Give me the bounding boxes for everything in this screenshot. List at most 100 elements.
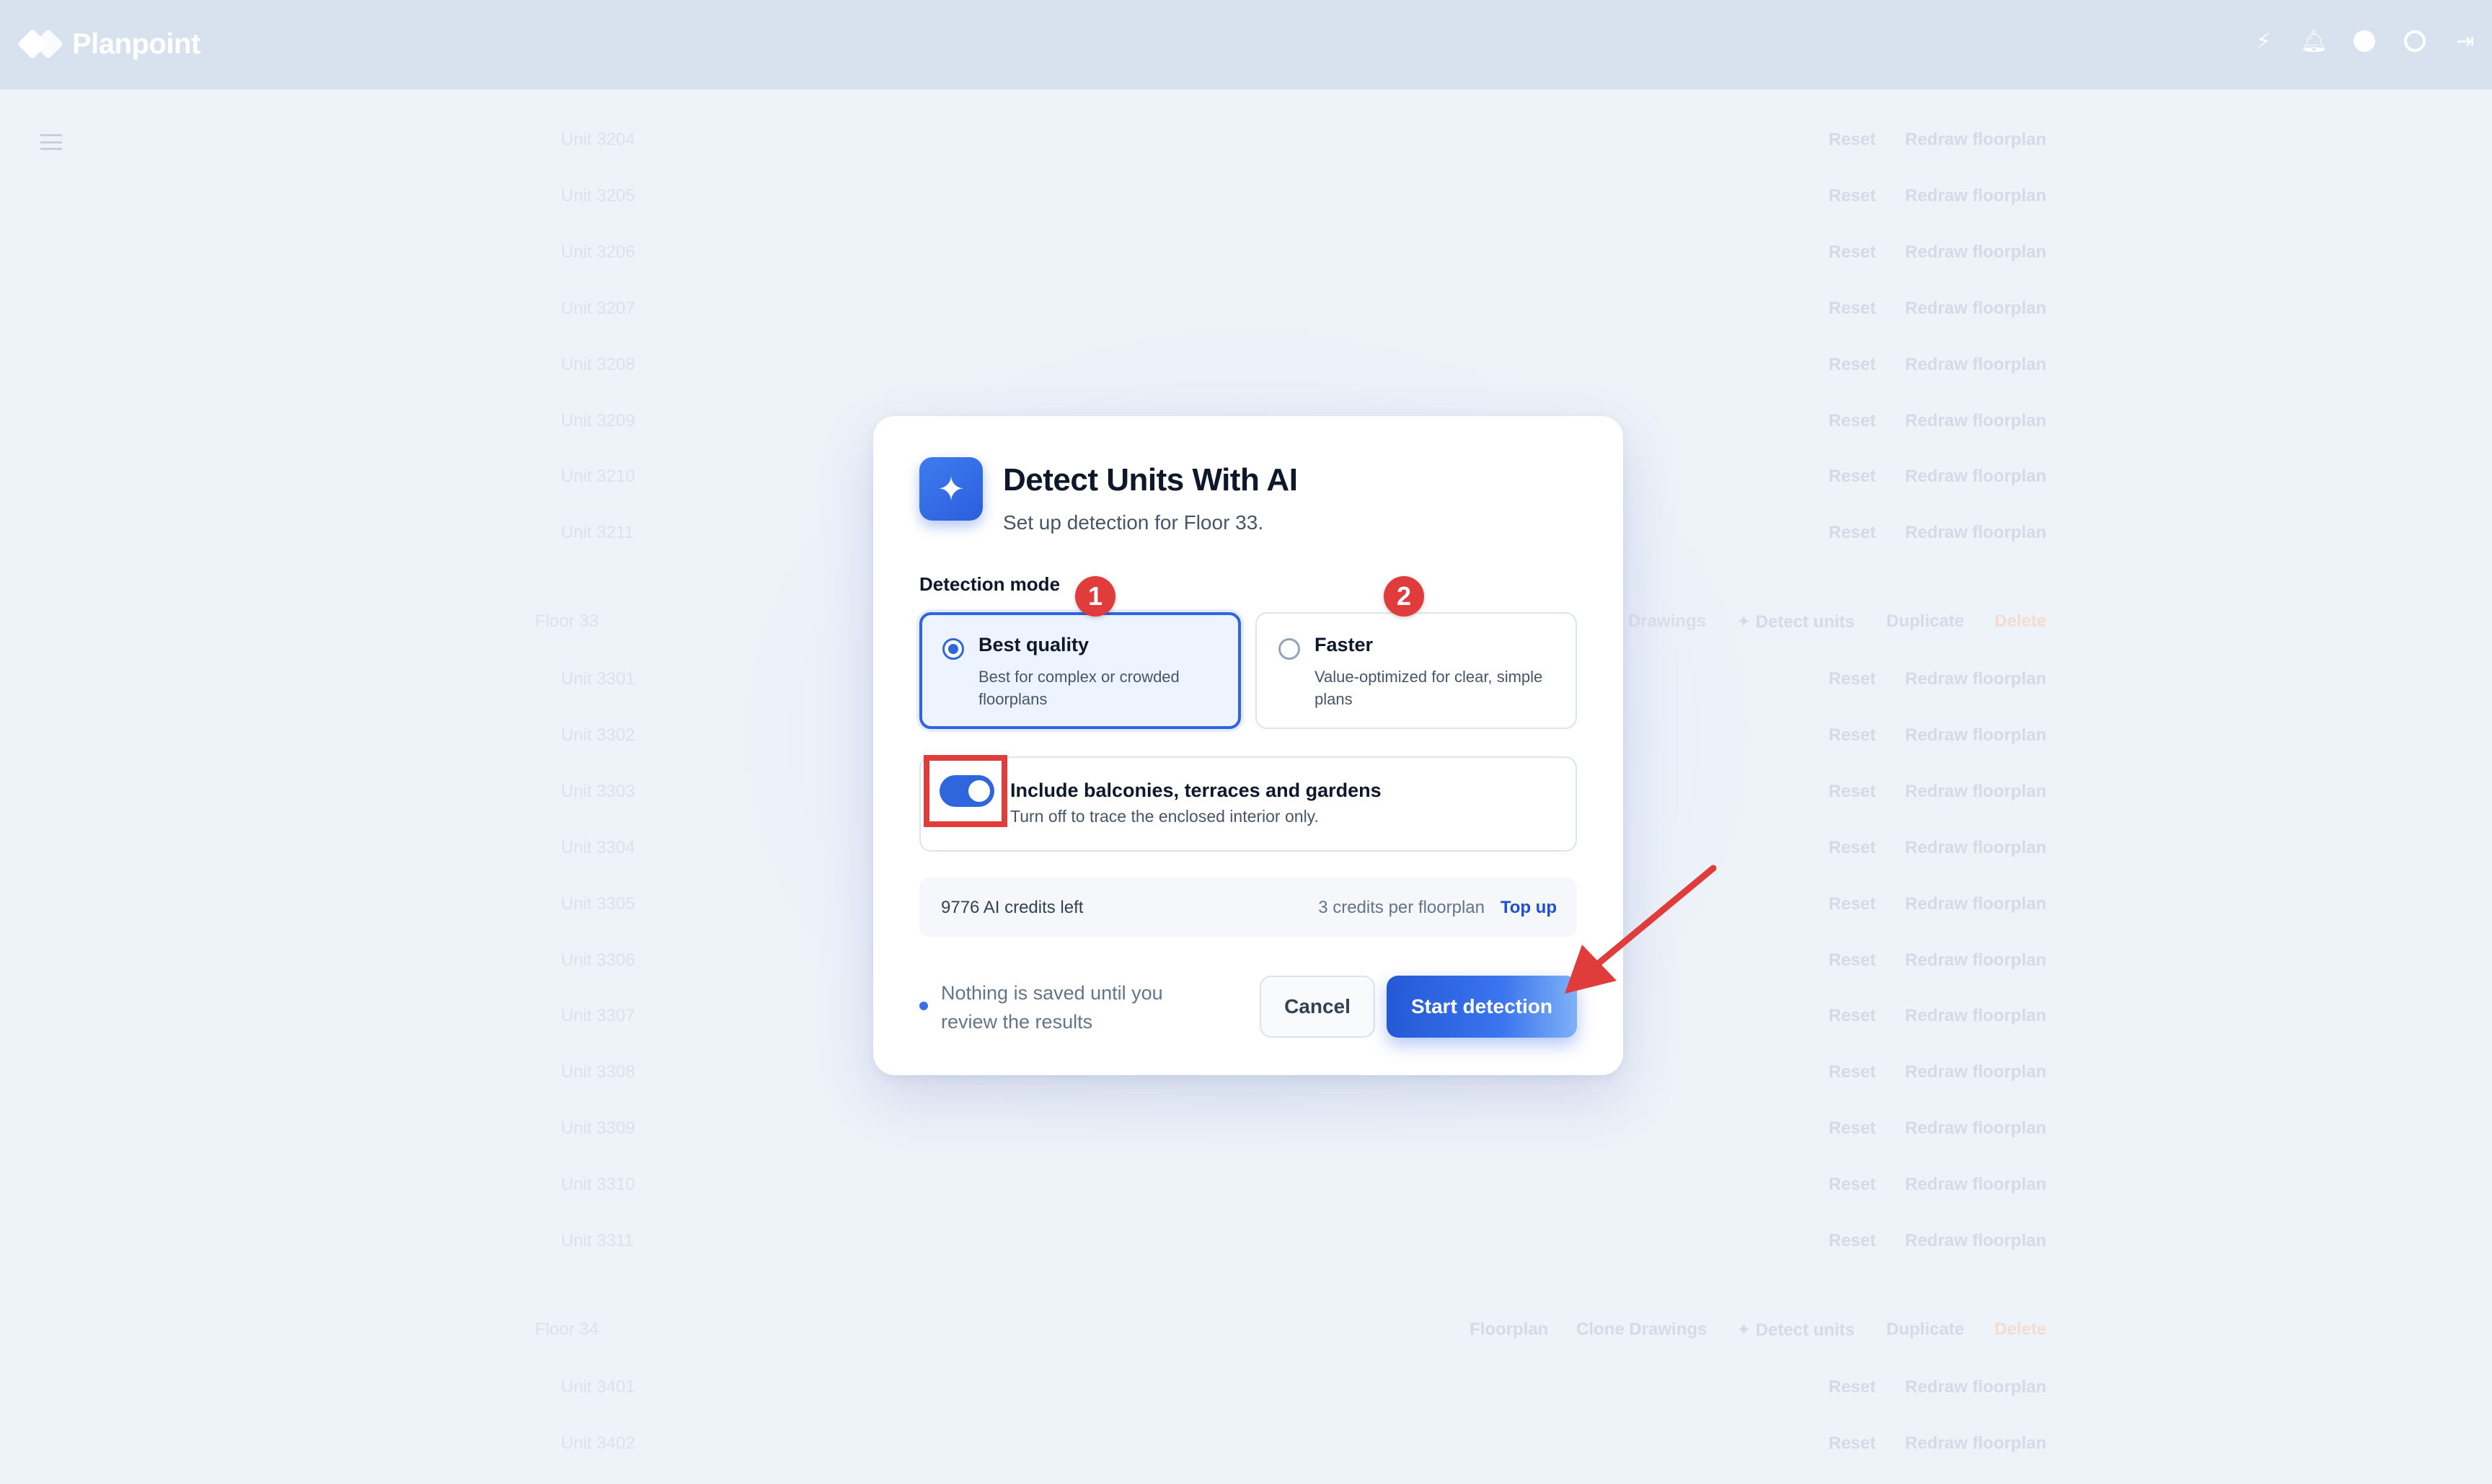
credits-per-floorplan: 3 credits per floorplan [1318,898,1485,917]
reset-button[interactable]: Reset [1829,1006,1875,1026]
mode-best-quality-card[interactable]: Best quality Best for complex or crowded… [919,612,1241,729]
include-outdoor-toggle-card [919,756,1577,852]
redraw-floorplan-button[interactable]: Redraw floorplan [1905,355,2046,375]
unit-row: Unit 3401 Reset Redraw floorplan [0,1377,2492,1406]
help-icon[interactable] [2352,29,2377,53]
sparkles-icon: ✦ [919,457,983,521]
reset-button[interactable]: Reset [1829,725,1875,746]
delete-button[interactable]: Delete [1994,611,2046,632]
redraw-floorplan-button[interactable]: Redraw floorplan [1905,411,2046,431]
annotation-badge-2: 2 [1384,576,1424,617]
toggle-title: Include balconies, terraces and gardens [1010,779,1382,801]
annotation-arrow [1565,865,1717,994]
unit-label: Unit 3208 [561,354,635,374]
app-name: Planpoint [72,27,200,60]
unit-label: Unit 3304 [561,837,635,857]
redraw-floorplan-button[interactable]: Redraw floorplan [1905,1175,2046,1195]
redraw-floorplan-button[interactable]: Redraw floorplan [1905,242,2046,262]
redraw-floorplan-button[interactable]: Redraw floorplan [1905,950,2046,971]
mode-description: Best for complex or crowded floorplans [978,668,1180,708]
redraw-floorplan-button[interactable]: Redraw floorplan [1905,130,2046,150]
unit-row: Unit 3206 Reset Redraw floorplan [0,242,2492,271]
detect-units-dialog: ✦ Detect Units With AI Set up detection … [873,416,1623,1075]
redraw-floorplan-button[interactable]: Redraw floorplan [1905,669,2046,689]
reset-button[interactable]: Reset [1829,838,1875,858]
unit-label: Unit 3302 [561,725,635,745]
unit-row: Unit 3204 Reset Redraw floorplan [0,130,2492,159]
unit-label: Unit 3303 [561,781,635,801]
reset-button[interactable]: Reset [1829,1175,1875,1195]
reset-button[interactable]: Reset [1829,669,1875,689]
reset-button[interactable]: Reset [1829,1231,1875,1251]
unit-label: Unit 3307 [561,1006,635,1026]
save-note: Nothing is saved until you review the re… [941,982,1163,1033]
top-bar: Planpoint ⚡ 🔔︎ ⇥ [0,0,2492,89]
redraw-floorplan-button[interactable]: Redraw floorplan [1905,1231,2046,1251]
reset-button[interactable]: Reset [1829,1434,1875,1454]
reset-button[interactable]: Reset [1829,894,1875,914]
cancel-button[interactable]: Cancel [1260,976,1375,1038]
reset-button[interactable]: Reset [1829,467,1875,487]
unit-row: Unit 3205 Reset Redraw floorplan [0,186,2492,215]
detect-units-button[interactable]: ✦ Detect units [1736,1320,1855,1341]
reset-button[interactable]: Reset [1829,355,1875,375]
duplicate-button[interactable]: Duplicate [1886,1320,1964,1340]
reset-button[interactable]: Reset [1829,242,1875,262]
reset-button[interactable]: Reset [1829,1118,1875,1139]
reset-button[interactable]: Reset [1829,411,1875,431]
mode-title: Best quality [978,634,1090,655]
reset-button[interactable]: Reset [1829,950,1875,971]
radio-best-quality[interactable] [942,638,964,660]
redraw-floorplan-button[interactable]: Redraw floorplan [1905,467,2046,487]
redraw-floorplan-button[interactable]: Redraw floorplan [1905,1062,2046,1082]
redraw-floorplan-button[interactable]: Redraw floorplan [1905,1118,2046,1139]
delete-button[interactable]: Delete [1994,1320,2046,1340]
top-actions: ⚡ 🔔︎ ⇥ [2251,29,2478,53]
mode-description: Value-optimized for clear, simple plans [1315,668,1543,708]
reset-button[interactable]: Reset [1829,523,1875,543]
start-detection-button[interactable]: Start detection [1387,976,1577,1038]
dialog-title: Detect Units With AI [1003,462,1298,498]
redraw-floorplan-button[interactable]: Redraw floorplan [1905,523,2046,543]
reset-button[interactable]: Reset [1829,186,1875,206]
redraw-floorplan-button[interactable]: Redraw floorplan [1905,299,2046,319]
annotation-badge-1: 1 [1075,576,1115,617]
redraw-floorplan-button[interactable]: Redraw floorplan [1905,782,2046,802]
redraw-floorplan-button[interactable]: Redraw floorplan [1905,186,2046,206]
unit-label: Unit 3206 [561,242,635,262]
clone-drawings-button[interactable]: Clone Drawings [1576,1320,1707,1340]
unit-label: Unit 3207 [561,298,635,318]
unit-label: Unit 3309 [561,1118,635,1139]
unit-label: Unit 3301 [561,669,635,689]
settings-icon[interactable] [2403,29,2427,53]
floor-label: Floor 33 [535,611,599,631]
radio-faster[interactable] [1278,638,1300,660]
unit-label: Unit 3210 [561,467,635,487]
mode-faster-card[interactable]: Faster Value-optimized for clear, simple… [1255,612,1577,729]
top-up-link[interactable]: Top up [1501,898,1557,918]
unit-label: Unit 3401 [561,1377,635,1397]
unit-label: Unit 3306 [561,950,635,970]
redraw-floorplan-button[interactable]: Redraw floorplan [1905,725,2046,746]
reset-button[interactable]: Reset [1829,782,1875,802]
redraw-floorplan-button[interactable]: Redraw floorplan [1905,894,2046,914]
redraw-floorplan-button[interactable]: Redraw floorplan [1905,1377,2046,1397]
app-logo[interactable]: Planpoint [17,23,200,65]
detection-mode-label: Detection mode [919,573,1061,595]
reset-button[interactable]: Reset [1829,130,1875,150]
toggle-description: Turn off to trace the enclosed interior … [1010,807,1319,826]
credits-info: 9776 AI credits left 3 credits per floor… [919,878,1577,937]
redraw-floorplan-button[interactable]: Redraw floorplan [1905,1006,2046,1026]
unit-label: Unit 3305 [561,893,635,914]
redraw-floorplan-button[interactable]: Redraw floorplan [1905,838,2046,858]
duplicate-button[interactable]: Duplicate [1886,611,1964,632]
reset-button[interactable]: Reset [1829,299,1875,319]
bell-icon[interactable]: 🔔︎ [2300,29,2328,53]
reset-button[interactable]: Reset [1829,1377,1875,1397]
floorplan-button[interactable]: Floorplan [1470,1320,1548,1340]
logout-icon[interactable]: ⇥ [2453,29,2478,53]
mode-title: Faster [1315,634,1374,655]
bolt-icon[interactable]: ⚡ [2251,29,2276,53]
redraw-floorplan-button[interactable]: Redraw floorplan [1905,1434,2046,1454]
reset-button[interactable]: Reset [1829,1062,1875,1082]
